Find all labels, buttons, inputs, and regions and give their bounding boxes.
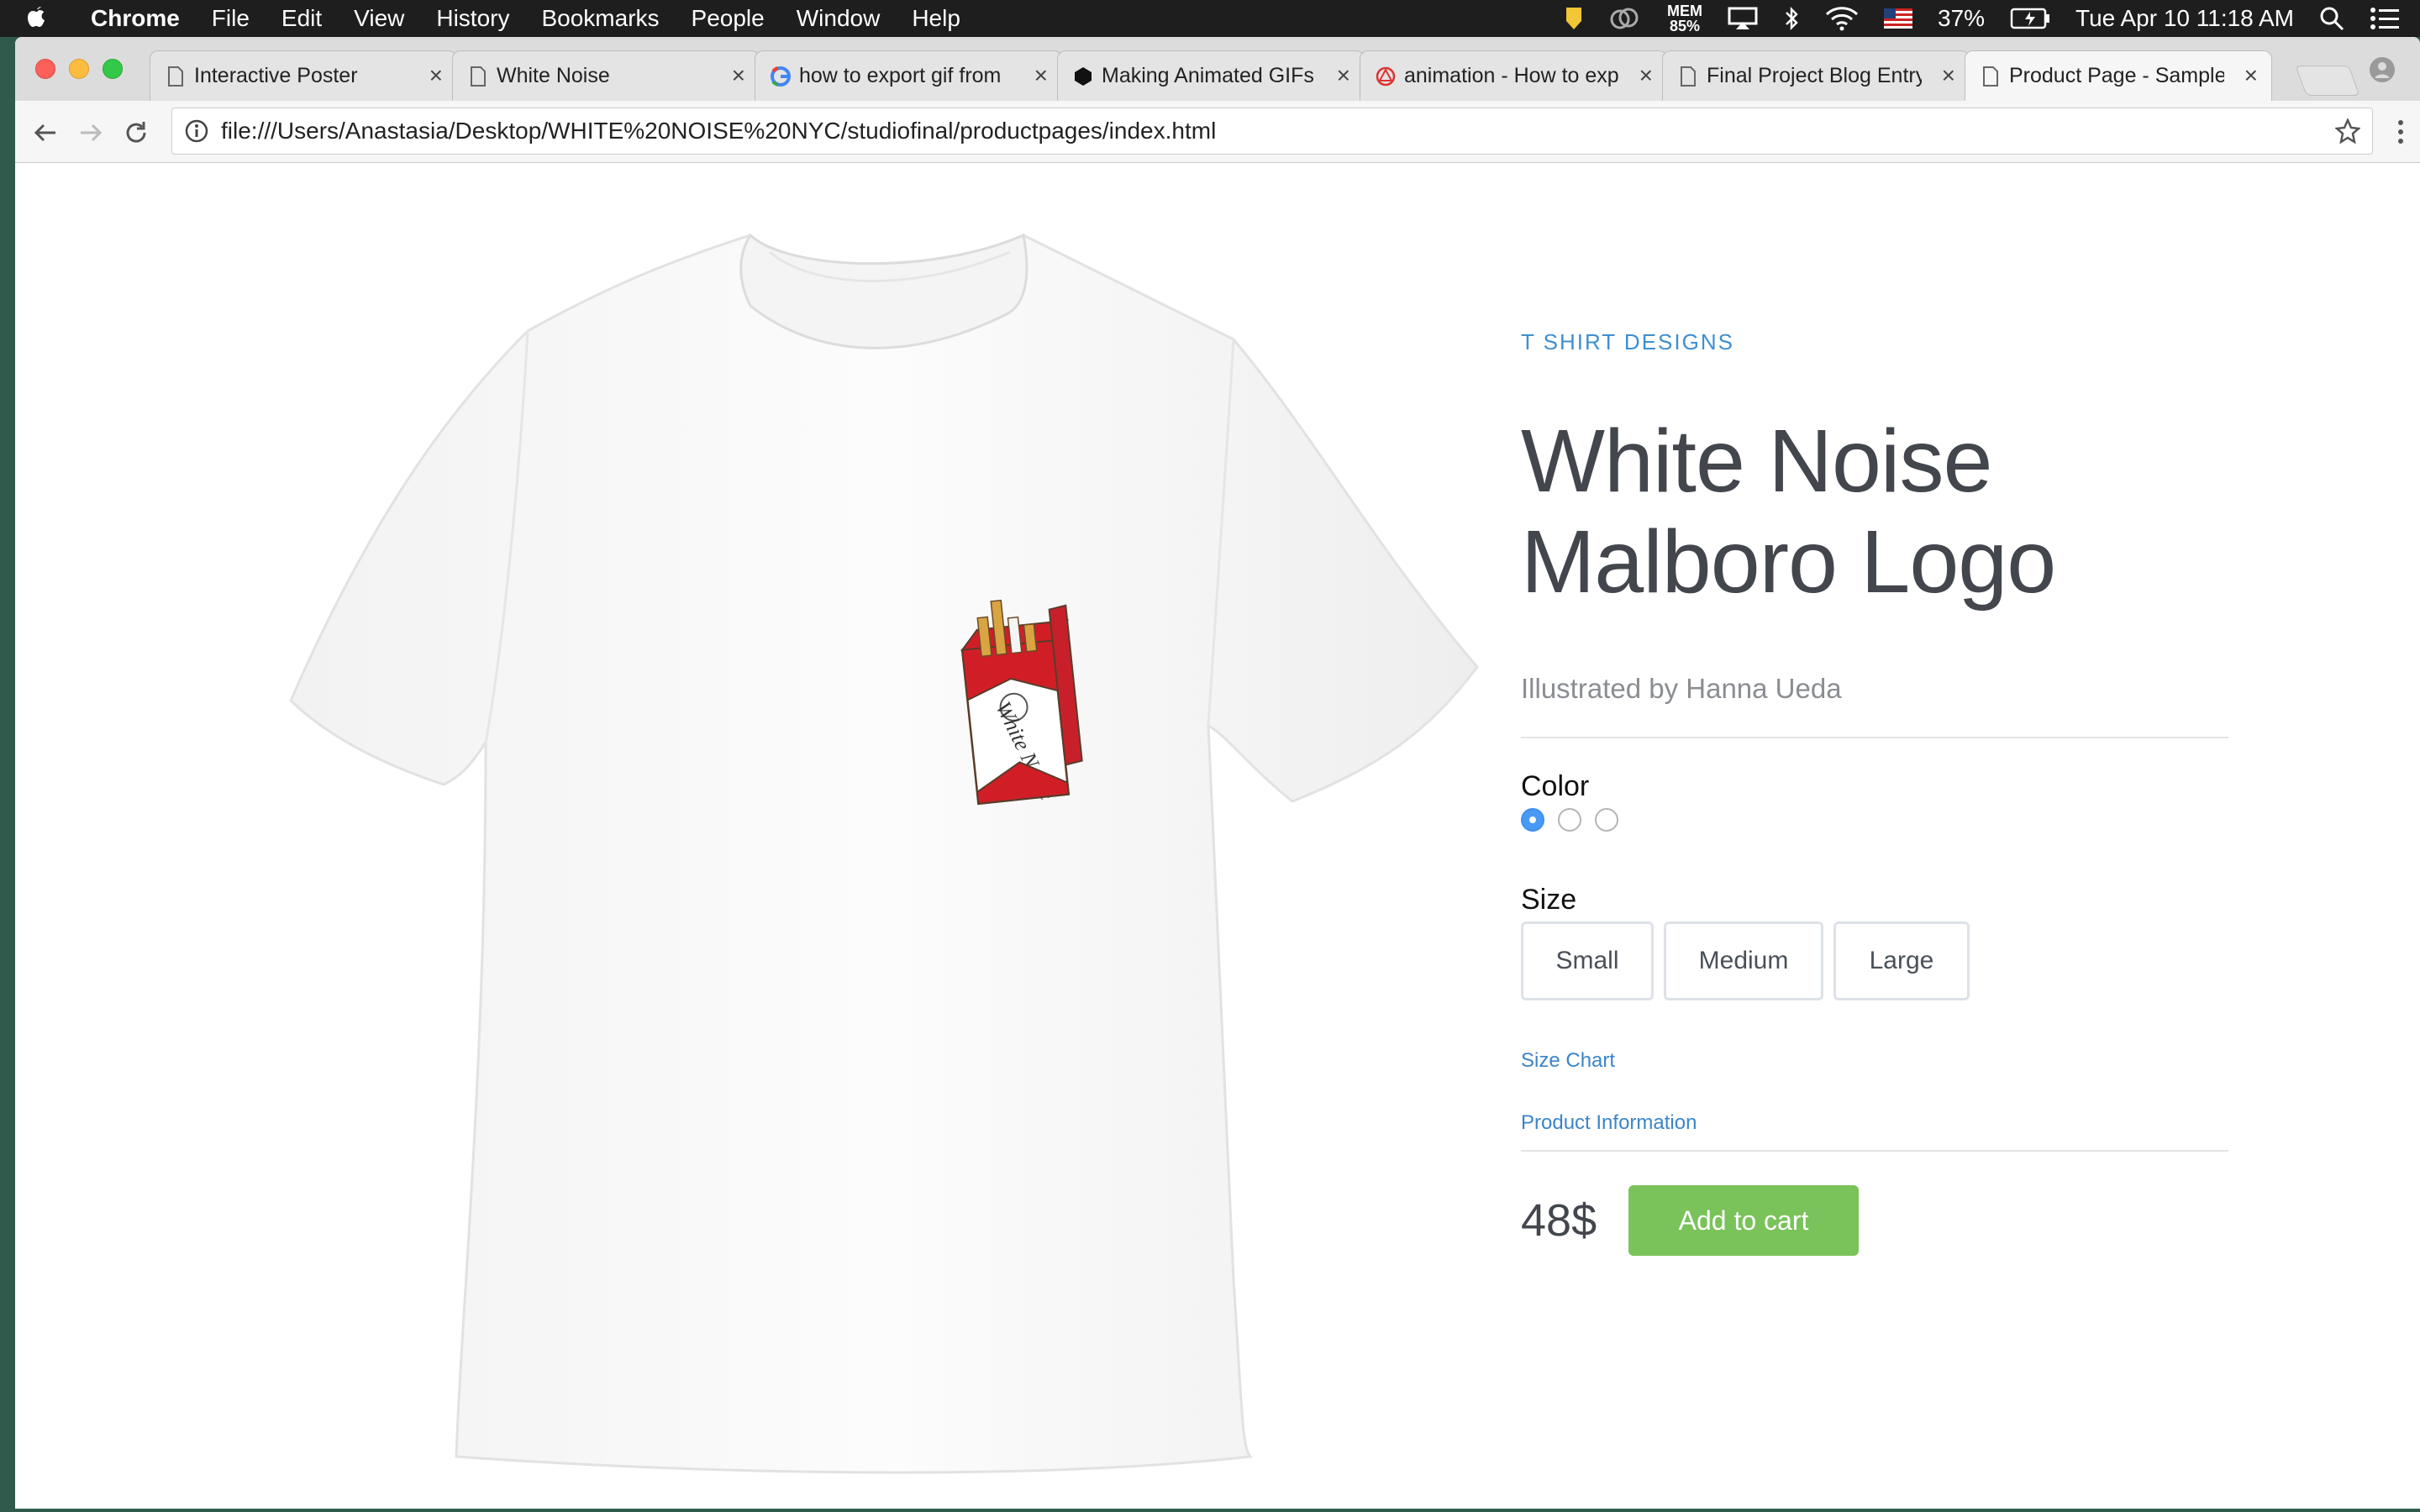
apple-icon[interactable]	[25, 5, 72, 32]
close-icon[interactable]: ×	[1337, 63, 1350, 88]
profile-icon[interactable]	[2368, 55, 2396, 84]
color-options	[1521, 808, 2228, 832]
clock[interactable]: Tue Apr 10 11:18 AM	[2075, 5, 2294, 32]
browser-window: Interactive Poster × White Noise × how t…	[15, 37, 2420, 1509]
product-page: White Noise T SHIRT DESIGNS White Noise …	[15, 163, 2420, 1509]
cloud-icon[interactable]	[1608, 8, 1642, 29]
close-icon[interactable]: ×	[732, 63, 745, 88]
close-icon[interactable]: ×	[429, 63, 443, 88]
purchase-row: 48$ Add to cart	[1521, 1185, 2228, 1256]
tab-title: animation - How to exp	[1404, 64, 1619, 87]
divider	[1521, 737, 2228, 738]
back-arrow-icon[interactable]	[29, 116, 62, 150]
product-title-line-2: Malboro Logo	[1521, 512, 2056, 612]
divider	[1521, 1150, 2228, 1152]
close-icon[interactable]: ×	[1034, 63, 1048, 88]
tab-making-animated-gifs[interactable]: Making Animated GIFs ×	[1057, 50, 1365, 101]
us-flag-icon[interactable]	[1884, 8, 1912, 29]
tab-strip: Interactive Poster × White Noise × how t…	[15, 37, 2420, 101]
size-label: Size	[1521, 884, 1577, 916]
product-illustrator: Illustrated by Hanna Ueda	[1521, 673, 1842, 704]
airplay-icon[interactable]	[1728, 7, 1758, 30]
window-controls	[35, 59, 123, 79]
google-icon	[771, 66, 791, 87]
product-price: 48$	[1521, 1195, 1597, 1246]
page-icon	[1678, 66, 1698, 87]
tab-title: how to export gif from	[799, 64, 1002, 87]
size-chart-link[interactable]: Size Chart	[1521, 1049, 2228, 1073]
tshirt-product-image: White Noise	[267, 230, 1494, 1490]
color-radio-3[interactable]	[1595, 808, 1618, 832]
color-radio-1[interactable]	[1521, 808, 1544, 832]
battery-icon[interactable]	[2010, 8, 2050, 29]
fullscreen-window-button[interactable]	[103, 59, 123, 79]
tab-title: Making Animated GIFs	[1102, 64, 1314, 87]
minimize-window-button[interactable]	[69, 59, 89, 79]
menu-window[interactable]: Window	[797, 5, 881, 32]
spotlight-search-icon[interactable]	[2319, 6, 2344, 31]
product-information-link[interactable]: Product Information	[1521, 1111, 2228, 1135]
mem-value: 85%	[1669, 18, 1701, 34]
bookmark-star-icon[interactable]	[2334, 117, 2361, 148]
tab-product-page[interactable]: Product Page - Sample ×	[1965, 50, 2272, 101]
menu-help[interactable]: Help	[912, 5, 960, 32]
page-icon	[1981, 66, 2001, 87]
battery-percent[interactable]: 37%	[1938, 5, 1985, 32]
size-large-button[interactable]: Large	[1833, 921, 1970, 1000]
tab-animation-stackexchange[interactable]: animation - How to exp ×	[1360, 50, 1667, 101]
address-bar[interactable]	[171, 108, 2373, 155]
size-small-button[interactable]: Small	[1521, 921, 1654, 1000]
shield-icon[interactable]	[1565, 6, 1583, 31]
menu-history[interactable]: History	[436, 5, 509, 32]
product-title: White Noise Malboro Logo	[1521, 411, 2228, 612]
memory-indicator[interactable]: MEM 85%	[1667, 3, 1702, 34]
macos-menu-bar: Chrome File Edit View History Bookmarks …	[0, 0, 2420, 37]
product-category[interactable]: T SHIRT DESIGNS	[1521, 329, 2228, 355]
product-info-panel: T SHIRT DESIGNS White Noise Malboro Logo…	[1521, 329, 2228, 1256]
notification-center-icon[interactable]	[2370, 7, 2400, 30]
close-icon[interactable]: ×	[1639, 63, 1653, 88]
wifi-icon[interactable]	[1825, 6, 1859, 31]
menu-kebab-icon[interactable]	[2396, 119, 2405, 149]
tab-title: Final Project Blog Entry	[1707, 64, 1922, 87]
url-input[interactable]	[221, 118, 2271, 144]
menu-bookmarks[interactable]: Bookmarks	[541, 5, 659, 32]
info-icon[interactable]	[184, 118, 209, 144]
tab-final-project-blog[interactable]: Final Project Blog Entry ×	[1662, 50, 1970, 101]
site-icon	[1376, 66, 1396, 87]
close-icon[interactable]: ×	[1942, 63, 1955, 88]
reload-icon[interactable]	[119, 116, 153, 150]
mem-label: MEM	[1667, 3, 1702, 19]
tab-title: Interactive Poster	[194, 64, 358, 87]
bluetooth-icon[interactable]	[1783, 6, 1800, 31]
tab-list: Interactive Poster × White Noise × how t…	[150, 50, 2272, 101]
forward-arrow-icon[interactable]	[74, 116, 108, 150]
tab-interactive-poster[interactable]: Interactive Poster ×	[150, 50, 457, 101]
tab-white-noise[interactable]: White Noise ×	[452, 50, 760, 101]
menu-app-chrome[interactable]: Chrome	[91, 5, 180, 32]
add-to-cart-button[interactable]: Add to cart	[1628, 1185, 1859, 1256]
menu-edit[interactable]: Edit	[281, 5, 322, 32]
tab-title: White Noise	[497, 64, 610, 87]
close-window-button[interactable]	[35, 59, 55, 79]
product-title-line-1: White Noise	[1521, 412, 1992, 511]
color-label: Color	[1521, 770, 1590, 802]
tab-google-search[interactable]: how to export gif from ×	[755, 50, 1062, 101]
menu-people[interactable]: People	[692, 5, 765, 32]
page-icon	[468, 66, 488, 87]
browser-toolbar	[15, 101, 2420, 163]
page-icon	[166, 66, 186, 87]
color-radio-2[interactable]	[1558, 808, 1581, 832]
tab-title: Product Page - Sample	[2009, 64, 2224, 87]
close-icon[interactable]: ×	[2244, 63, 2258, 88]
site-icon	[1073, 66, 1093, 87]
menu-view[interactable]: View	[354, 5, 404, 32]
size-medium-button[interactable]: Medium	[1664, 921, 1823, 1000]
status-area: MEM 85% 37% Tue Apr 10 11:18 AM	[1565, 0, 2400, 37]
size-options: Small Medium Large	[1521, 921, 2228, 1000]
new-tab-button[interactable]	[2295, 66, 2360, 96]
menu-file[interactable]: File	[212, 5, 250, 32]
